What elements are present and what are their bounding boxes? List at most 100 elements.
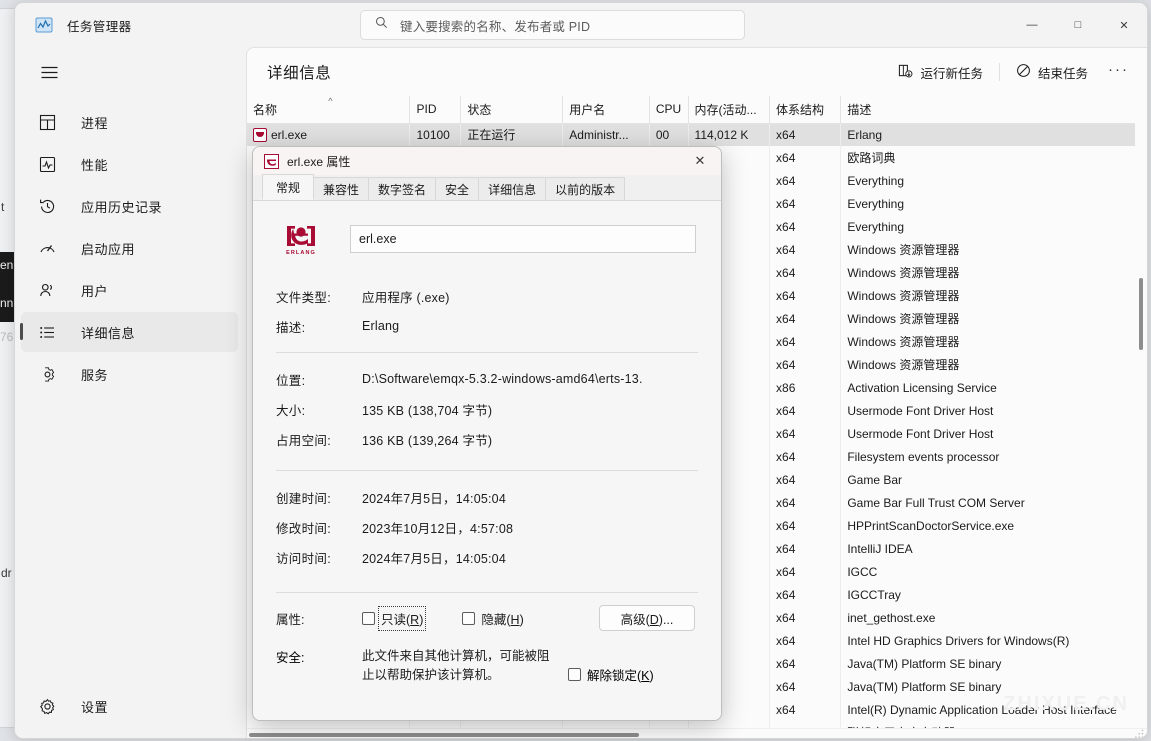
file-location-value: D:\Software\emqx-5.3.2-windows-amd64\ert…: [362, 372, 643, 386]
dialog-title-bar: erl.exe 属性 ✕: [253, 147, 721, 175]
cell-description: Java(TM) Platform SE binary: [841, 652, 1147, 675]
file-time-key: 访问时间:: [273, 548, 362, 567]
cell-description: Activation Licensing Service: [841, 376, 1147, 399]
cell-description: Erlang: [841, 123, 1147, 146]
dialog-tab-5[interactable]: 以前的版本: [545, 177, 625, 200]
header-actions: 运行新任务 结束任务 ···: [888, 57, 1139, 87]
cell-architecture: x64: [770, 123, 841, 146]
cell-architecture: x64: [770, 491, 841, 514]
sidebar-item-details[interactable]: 详细信息: [21, 312, 238, 352]
column-header-memory[interactable]: 内存(活动...: [688, 96, 769, 123]
dialog-tab-1[interactable]: 兼容性: [313, 177, 369, 200]
window-controls: — □ ✕: [1009, 3, 1147, 47]
cell-description: 欧路词典: [841, 146, 1147, 169]
cell-architecture: x64: [770, 560, 841, 583]
search-icon: [375, 16, 388, 34]
dialog-tab-label: 兼容性: [323, 181, 359, 198]
cell-description: Windows 资源管理器: [841, 330, 1147, 353]
table-header-row: ^ 名称 PID 状态 用户名 CPU 内存(活动... 体系结构 描述: [247, 96, 1147, 123]
table-header: ^ 名称 PID 状态 用户名 CPU 内存(活动... 体系结构 描述: [247, 96, 1147, 123]
file-location-key: 位置:: [273, 370, 362, 389]
horizontal-scrollbar[interactable]: [247, 728, 1147, 739]
sidebar-item-processes[interactable]: 进程: [21, 102, 238, 142]
vertical-scrollbar[interactable]: [1135, 96, 1147, 739]
cell-architecture: x64: [770, 330, 841, 353]
dialog-tab-label: 数字签名: [378, 181, 426, 198]
sidebar-item-startup-apps[interactable]: 启动应用: [21, 228, 238, 268]
file-time-row: 修改时间:2023年10月12日，4:57:08: [273, 512, 701, 542]
run-new-task-button[interactable]: 运行新任务: [888, 57, 993, 87]
vertical-scrollbar-thumb[interactable]: [1139, 278, 1143, 350]
cell-pid: 10100: [410, 123, 461, 146]
close-button[interactable]: ✕: [1101, 3, 1147, 47]
unblock-checkbox[interactable]: 解除锁定(K): [568, 665, 654, 684]
end-task-button[interactable]: 结束任务: [1006, 57, 1098, 87]
processes-icon: [39, 114, 67, 131]
cell-description: Everything: [841, 169, 1147, 192]
column-header-cpu[interactable]: CPU: [649, 96, 688, 123]
readonly-checkbox[interactable]: 只读(R): [362, 609, 423, 628]
hidden-label: 隐藏(H): [481, 609, 523, 628]
maximize-button[interactable]: □: [1055, 3, 1101, 47]
sidebar-item-app-history[interactable]: 应用历史记录: [21, 186, 238, 226]
dialog-tab-3[interactable]: 安全: [435, 177, 479, 200]
time-fields: 创建时间:2024年7月5日，14:05:04修改时间:2023年10月12日，…: [273, 482, 701, 572]
dialog-close-button[interactable]: ✕: [679, 147, 721, 175]
column-header-status[interactable]: 状态: [461, 96, 563, 123]
search-box[interactable]: 键入要搜索的名称、发布者或 PID: [360, 10, 745, 40]
sidebar-item-performance[interactable]: 性能: [21, 144, 238, 184]
sidebar-item-users[interactable]: 用户: [21, 270, 238, 310]
cell-cpu: 00: [649, 123, 688, 146]
cell-architecture: x64: [770, 537, 841, 560]
minimize-button[interactable]: —: [1009, 3, 1055, 47]
resize-grip[interactable]: [1133, 727, 1145, 739]
advanced-button[interactable]: 高级(D)...: [599, 605, 695, 631]
cell-description: Filesystem events processor: [841, 445, 1147, 468]
file-location-row: 位置:D:\Software\emqx-5.3.2-windows-amd64\…: [273, 364, 701, 394]
checkbox-box[interactable]: [362, 612, 375, 625]
search-input[interactable]: 键入要搜索的名称、发布者或 PID: [400, 16, 590, 35]
column-header-username[interactable]: 用户名: [563, 96, 650, 123]
dialog-tabs: 常规兼容性 数字签名安全详细信息以前的版本: [253, 175, 721, 201]
file-name-input[interactable]: erl.exe: [350, 225, 696, 253]
more-options-button[interactable]: ···: [1098, 61, 1139, 84]
dialog-general-page: ERLANG erl.exe 文件类型:应用程序 (.exe)描述:Erlang…: [253, 201, 721, 721]
sidebar-item-label: 用户: [81, 281, 108, 300]
attributes-label: 属性:: [273, 609, 362, 628]
cell-architecture: x64: [770, 583, 841, 606]
column-header-pid[interactable]: PID: [410, 96, 461, 123]
hamburger-icon[interactable]: [27, 51, 71, 93]
column-header-description[interactable]: 描述: [841, 96, 1147, 123]
sidebar-item-label: 性能: [81, 155, 108, 174]
dialog-title: erl.exe 属性: [287, 153, 350, 170]
sidebar-item-settings[interactable]: 设置: [21, 686, 238, 726]
column-header-label: 名称: [253, 103, 277, 117]
cell-architecture: x64: [770, 698, 841, 721]
file-info-row: 描述:Erlang: [273, 311, 701, 341]
checkbox-box[interactable]: [462, 612, 475, 625]
file-location-key: 大小:: [273, 400, 362, 419]
column-header-name[interactable]: ^ 名称: [247, 96, 410, 123]
dialog-tab-2[interactable]: 数字签名: [368, 177, 436, 200]
cell-architecture: x64: [770, 307, 841, 330]
dialog-tab-0[interactable]: 常规: [262, 174, 314, 200]
services-icon: [39, 366, 67, 383]
cell-architecture: x64: [770, 238, 841, 261]
cell-architecture: x64: [770, 468, 841, 491]
cell-architecture: x64: [770, 261, 841, 284]
dialog-tab-4[interactable]: 详细信息: [478, 177, 546, 200]
checkbox-box[interactable]: [568, 668, 581, 681]
file-time-value: 2024年7月5日，14:05:04: [362, 488, 506, 507]
table-row[interactable]: erl.exe10100正在运行Administr...00114,012 Kx…: [247, 123, 1147, 146]
column-header-architecture[interactable]: 体系结构: [770, 96, 841, 123]
file-info-row: 文件类型:应用程序 (.exe): [273, 281, 701, 311]
cell-memory: 114,012 K: [688, 123, 769, 146]
page-title: 详细信息: [267, 61, 331, 83]
file-info-value: 应用程序 (.exe): [362, 287, 450, 306]
hidden-checkbox[interactable]: 隐藏(H): [462, 609, 523, 628]
cell-architecture: x64: [770, 606, 841, 629]
cell-status: 正在运行: [461, 123, 563, 146]
sidebar-item-services[interactable]: 服务: [21, 354, 238, 394]
history-icon: [39, 198, 67, 215]
horizontal-scrollbar-thumb[interactable]: [249, 733, 639, 737]
